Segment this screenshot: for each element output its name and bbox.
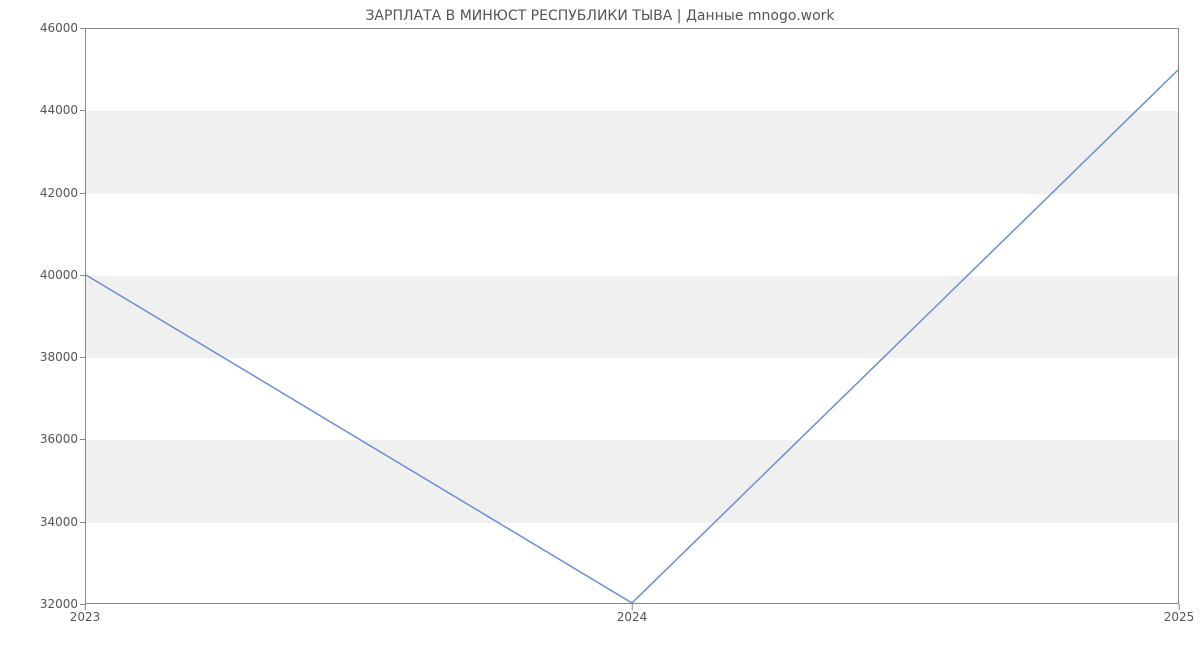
y-tick-label: 46000 bbox=[8, 21, 78, 35]
y-tick-label: 42000 bbox=[8, 186, 78, 200]
y-tick-label: 36000 bbox=[8, 432, 78, 446]
x-tick-label: 2025 bbox=[1164, 610, 1195, 624]
chart-container: ЗАРПЛАТА В МИНЮСТ РЕСПУБЛИКИ ТЫВА | Данн… bbox=[0, 0, 1200, 650]
x-tick-label: 2023 bbox=[70, 610, 101, 624]
chart-title: ЗАРПЛАТА В МИНЮСТ РЕСПУБЛИКИ ТЫВА | Данн… bbox=[0, 8, 1200, 24]
plot-area bbox=[85, 28, 1179, 604]
y-tick-label: 40000 bbox=[8, 268, 78, 282]
x-tick-label: 2024 bbox=[617, 610, 648, 624]
y-tick-label: 44000 bbox=[8, 103, 78, 117]
y-tick-label: 34000 bbox=[8, 515, 78, 529]
series-line bbox=[86, 70, 1178, 603]
line-layer bbox=[86, 29, 1178, 603]
y-tick-label: 32000 bbox=[8, 597, 78, 611]
y-tick-label: 38000 bbox=[8, 350, 78, 364]
